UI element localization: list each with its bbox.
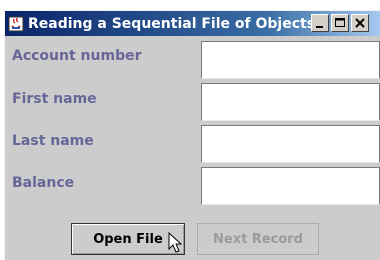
last-name-label: Last name — [12, 133, 94, 149]
next-record-button[interactable]: Next Record — [197, 223, 319, 255]
maximize-icon — [335, 18, 345, 27]
close-icon — [355, 18, 365, 28]
last-name-field[interactable] — [201, 125, 380, 163]
first-name-field[interactable] — [201, 83, 380, 121]
account-number-label: Account number — [12, 48, 142, 64]
window-controls — [311, 14, 369, 32]
balance-field[interactable] — [201, 167, 380, 205]
minimize-button[interactable] — [311, 14, 329, 32]
first-name-label: First name — [12, 91, 97, 107]
window-title: Reading a Sequential File of Objects — [28, 15, 316, 32]
java-app-icon — [8, 16, 24, 31]
title-bar[interactable]: Reading a Sequential File of Objects — [5, 11, 380, 36]
account-number-field[interactable] — [201, 41, 380, 79]
mouse-pointer-icon — [168, 232, 183, 253]
maximize-button[interactable] — [331, 14, 349, 32]
app-window: Reading a Sequential File of Objects Acc… — [4, 10, 380, 260]
close-button[interactable] — [351, 14, 369, 32]
minimize-icon — [316, 26, 323, 28]
balance-label: Balance — [12, 175, 75, 191]
